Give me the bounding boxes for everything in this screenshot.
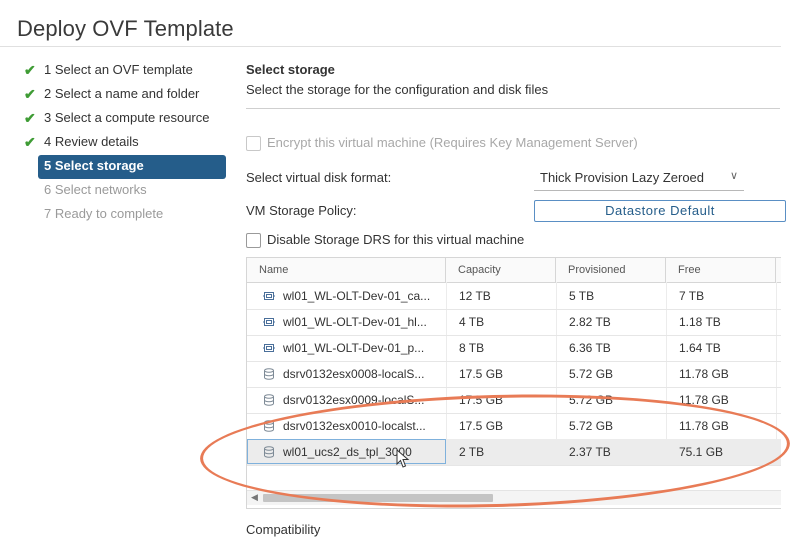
cell-name: wl01_WL-OLT-Dev-01_hl... xyxy=(263,309,443,335)
column-header-capacity[interactable]: Capacity xyxy=(446,258,556,282)
cell-free: 11.78 GB xyxy=(679,419,729,433)
cell-free: 1.18 TB xyxy=(679,315,721,329)
step-select-name-folder[interactable]: ✔ 2 Select a name and folder xyxy=(24,83,229,107)
checkmark-icon: ✔ xyxy=(24,62,36,78)
disable-drs-label: Disable Storage DRS for this virtual mac… xyxy=(267,232,525,247)
step-select-networks: 6 Select networks xyxy=(24,179,229,203)
step-label: 3 Select a compute resource xyxy=(44,110,210,125)
datastore-cluster-icon xyxy=(263,292,275,300)
table-header: Name Capacity Provisioned Free xyxy=(247,258,781,283)
table-row-selected[interactable]: wl01_ucs2_ds_tpl_3000 2 TB 2.37 TB 75.1 … xyxy=(247,439,781,466)
scroll-left-arrow-icon[interactable]: ◀ xyxy=(251,492,258,503)
step-label: 7 Ready to complete xyxy=(44,206,164,221)
cell-capacity: 4 TB xyxy=(459,315,485,329)
cell-capacity: 8 TB xyxy=(459,341,485,355)
cell-capacity: 17.5 GB xyxy=(459,419,504,433)
datastore-table: Name Capacity Provisioned Free wl01_WL-O… xyxy=(246,257,781,509)
step-label: 5 Select storage xyxy=(44,158,144,173)
section-title: Select storage xyxy=(246,62,335,77)
dialog-title: Deploy OVF Template xyxy=(17,16,234,41)
datastore-icon xyxy=(264,394,274,406)
encrypt-option: Encrypt this virtual machine (Requires K… xyxy=(246,135,638,152)
table-row[interactable]: dsrv0132esx0008-localS... 17.5 GB 5.72 G… xyxy=(247,361,781,388)
cell-name: wl01_WL-OLT-Dev-01_p... xyxy=(263,335,443,361)
datastore-name: dsrv0132esx0010-localst... xyxy=(283,419,426,433)
datastore-name: wl01_WL-OLT-Dev-01_p... xyxy=(283,341,425,355)
cell-provisioned: 5.72 GB xyxy=(569,419,614,433)
scrollbar-thumb[interactable] xyxy=(263,494,493,502)
cell-free: 11.78 GB xyxy=(679,367,729,381)
disable-drs-option[interactable]: Disable Storage DRS for this virtual mac… xyxy=(246,232,525,249)
wizard-steps: ✔ 1 Select an OVF template ✔ 2 Select a … xyxy=(24,59,229,227)
encrypt-checkbox xyxy=(246,136,261,152)
datastore-cluster-icon xyxy=(263,344,275,352)
cell-capacity: 17.5 GB xyxy=(459,393,504,407)
cell-free: 75.1 GB xyxy=(679,445,724,459)
cell-name: wl01_WL-OLT-Dev-01_ca... xyxy=(263,283,443,309)
cell-name: dsrv0132esx0009-localS... xyxy=(263,387,443,413)
cell-free: 1.64 TB xyxy=(679,341,721,355)
datastore-name: dsrv0132esx0008-localS... xyxy=(283,367,425,381)
cell-name: dsrv0132esx0008-localS... xyxy=(263,361,443,387)
mouse-pointer-icon xyxy=(396,449,410,468)
section-divider xyxy=(246,108,780,109)
disk-format-select[interactable]: Thick Provision Lazy Zeroed ∨ xyxy=(534,166,744,191)
checkmark-icon: ✔ xyxy=(24,86,36,102)
step-ready-to-complete: 7 Ready to complete xyxy=(24,203,229,227)
compatibility-label: Compatibility xyxy=(246,522,321,537)
cell-free: 7 TB xyxy=(679,289,705,303)
storage-policy-label: VM Storage Policy: xyxy=(246,203,357,218)
column-header-name[interactable]: Name xyxy=(247,258,446,282)
chevron-down-icon: ∨ xyxy=(729,170,738,182)
datastore-icon xyxy=(264,368,274,380)
horizontal-scrollbar[interactable]: ◀ xyxy=(247,490,781,505)
datastore-cluster-icon xyxy=(263,318,275,326)
cell-provisioned: 5.72 GB xyxy=(569,367,614,381)
step-review-details[interactable]: ✔ 4 Review details xyxy=(24,131,229,155)
title-divider xyxy=(0,46,781,47)
datastore-name: wl01_WL-OLT-Dev-01_hl... xyxy=(283,315,427,329)
step-label: 2 Select a name and folder xyxy=(44,86,200,101)
datastore-icon xyxy=(264,446,274,458)
checkmark-icon: ✔ xyxy=(24,134,36,150)
table-row[interactable]: wl01_WL-OLT-Dev-01_ca... 12 TB 5 TB 7 TB xyxy=(247,283,781,310)
column-header-free[interactable]: Free xyxy=(666,258,776,282)
cell-capacity: 12 TB xyxy=(459,289,491,303)
step-select-compute-resource[interactable]: ✔ 3 Select a compute resource xyxy=(24,107,229,131)
step-label: 6 Select networks xyxy=(44,182,147,197)
datastore-name: wl01_ucs2_ds_tpl_3000 xyxy=(283,445,412,459)
cell-name: dsrv0132esx0010-localst... xyxy=(263,413,443,439)
step-label: 1 Select an OVF template xyxy=(44,62,193,77)
encrypt-label: Encrypt this virtual machine (Requires K… xyxy=(267,135,638,150)
cell-name: wl01_ucs2_ds_tpl_3000 xyxy=(263,439,443,465)
disk-format-value: Thick Provision Lazy Zeroed xyxy=(540,170,705,185)
cell-capacity: 2 TB xyxy=(459,445,485,459)
storage-pane-header: Select storage Select the storage for th… xyxy=(246,60,791,100)
step-label: 4 Review details xyxy=(44,134,139,149)
cell-provisioned: 2.82 TB xyxy=(569,315,611,329)
table-row[interactable]: dsrv0132esx0010-localst... 17.5 GB 5.72 … xyxy=(247,413,781,440)
datastore-icon xyxy=(264,420,274,432)
cell-provisioned: 2.37 TB xyxy=(569,445,611,459)
table-row[interactable]: dsrv0132esx0009-localS... 17.5 GB 5.72 G… xyxy=(247,387,781,414)
section-subtitle: Select the storage for the configuration… xyxy=(246,82,549,97)
datastore-name: dsrv0132esx0009-localS... xyxy=(283,393,425,407)
table-row[interactable]: wl01_WL-OLT-Dev-01_hl... 4 TB 2.82 TB 1.… xyxy=(247,309,781,336)
cell-provisioned: 5.72 GB xyxy=(569,393,614,407)
cell-free: 11.78 GB xyxy=(679,393,729,407)
step-select-ovf-template[interactable]: ✔ 1 Select an OVF template xyxy=(24,59,229,83)
step-select-storage[interactable]: 5 Select storage xyxy=(38,155,226,179)
table-row[interactable]: wl01_WL-OLT-Dev-01_p... 8 TB 6.36 TB 1.6… xyxy=(247,335,781,362)
column-header-provisioned[interactable]: Provisioned xyxy=(556,258,666,282)
cell-capacity: 17.5 GB xyxy=(459,367,504,381)
disk-format-label: Select virtual disk format: xyxy=(246,170,392,185)
datastore-name: wl01_WL-OLT-Dev-01_ca... xyxy=(283,289,431,303)
cell-provisioned: 6.36 TB xyxy=(569,341,611,355)
checkmark-icon: ✔ xyxy=(24,110,36,126)
storage-policy-select[interactable]: Datastore Default xyxy=(534,200,786,222)
cell-provisioned: 5 TB xyxy=(569,289,595,303)
disable-drs-checkbox[interactable] xyxy=(246,233,261,249)
